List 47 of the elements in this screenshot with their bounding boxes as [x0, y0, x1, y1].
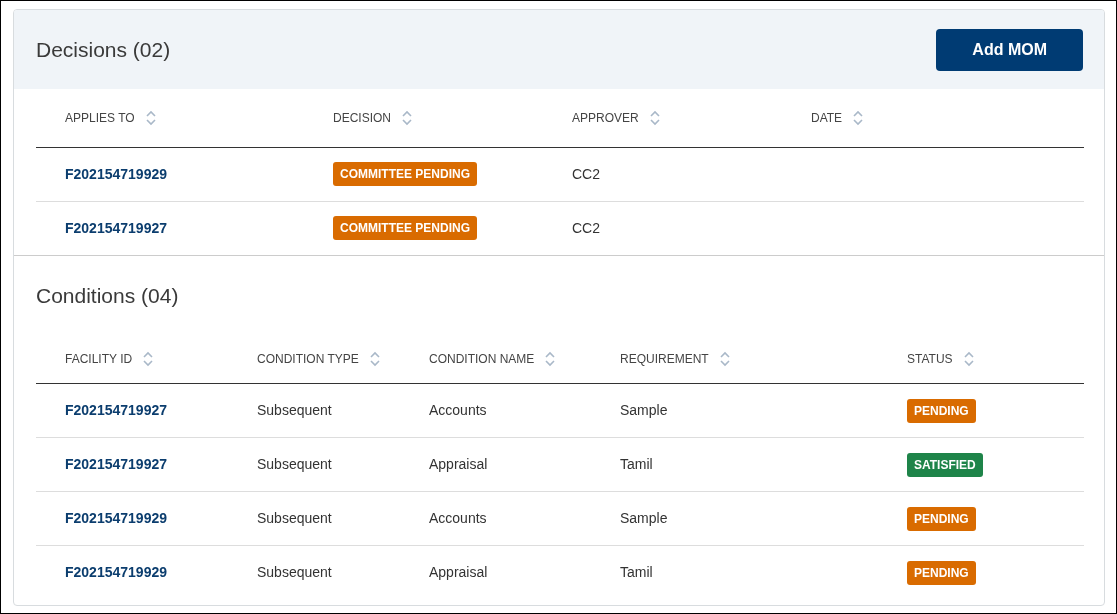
table-cell: Subsequent — [257, 564, 332, 581]
sort-icon[interactable] — [852, 108, 865, 127]
facility-link[interactable]: F202154719927 — [65, 402, 167, 418]
table-cell: CC2 — [572, 219, 600, 236]
add-mom-button[interactable]: Add MOM — [936, 28, 1083, 71]
table-cell: Tamil — [620, 456, 653, 472]
table-cell: CC2 — [572, 165, 600, 182]
sort-icon[interactable] — [544, 350, 557, 369]
table-cell: Accounts — [429, 402, 487, 418]
status-tag: PENDING — [907, 506, 976, 531]
column-header[interactable]: STATUS — [907, 350, 953, 369]
table-cell: Subsequent — [257, 510, 332, 526]
column-header[interactable]: CONDITION TYPE — [257, 350, 359, 369]
column-header[interactable]: CONDITION NAME — [429, 350, 535, 369]
sort-icon[interactable] — [648, 108, 661, 127]
section-title: Decisions (02) — [36, 36, 171, 63]
table-cell: Appraisal — [429, 456, 488, 472]
table-cell: Appraisal — [429, 564, 488, 581]
table-cell: Sample — [620, 510, 668, 526]
table-cell: Subsequent — [257, 456, 332, 472]
status-tag: SATISFIED — [907, 452, 983, 477]
table-cell: Accounts — [429, 510, 487, 526]
facility-link[interactable]: F202154719929 — [65, 510, 167, 526]
column-header[interactable]: APPROVER — [572, 108, 639, 127]
facility-link[interactable]: F202154719929 — [65, 564, 167, 581]
column-header[interactable]: DECISION — [333, 108, 391, 127]
table-cell: Tamil — [620, 564, 653, 581]
status-tag: PENDING — [907, 398, 976, 423]
sort-icon[interactable] — [718, 350, 731, 369]
status-tag: COMMITTEE PENDING — [333, 216, 477, 241]
column-header[interactable]: FACILITY ID — [65, 350, 133, 369]
sort-icon[interactable] — [401, 108, 413, 127]
column-header[interactable]: APPLIES TO — [65, 108, 135, 127]
facility-link[interactable]: F202154719929 — [65, 165, 167, 182]
column-header[interactable]: REQUIREMENT — [620, 350, 709, 369]
status-tag: COMMITTEE PENDING — [333, 162, 477, 186]
sort-icon[interactable] — [144, 108, 157, 127]
status-tag: PENDING — [907, 560, 976, 585]
table-cell: Sample — [620, 402, 668, 418]
facility-link[interactable]: F202154719927 — [65, 219, 167, 236]
sort-icon[interactable] — [962, 350, 975, 369]
sort-icon[interactable] — [368, 350, 381, 369]
sort-icon[interactable] — [142, 350, 155, 369]
column-header[interactable]: DATE — [811, 108, 843, 127]
section-title: Conditions (04) — [36, 284, 179, 307]
facility-link[interactable]: F202154719927 — [65, 456, 167, 472]
table-cell: Subsequent — [257, 402, 332, 418]
